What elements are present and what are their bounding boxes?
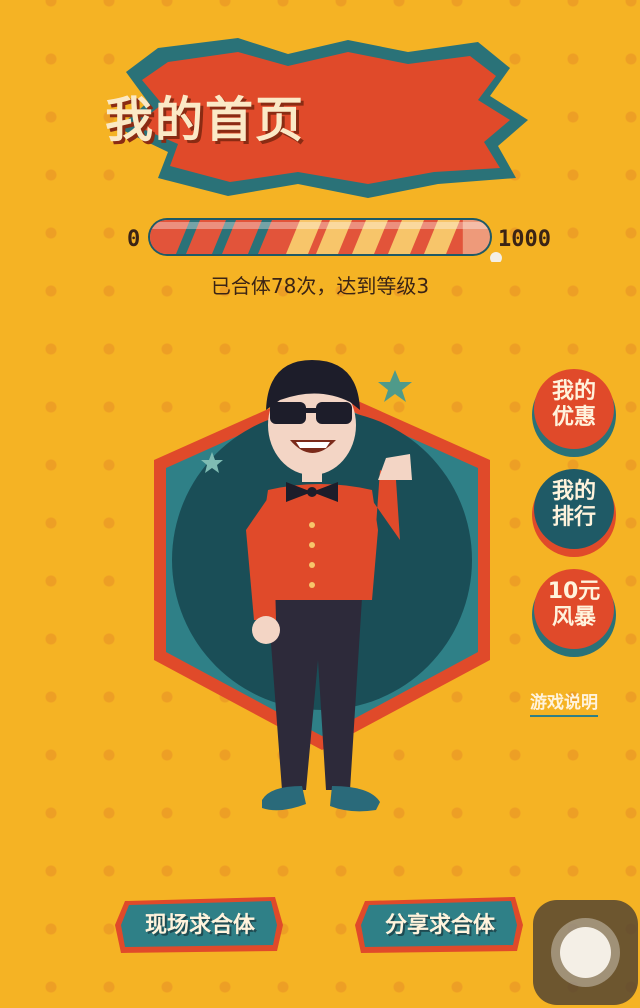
- ten-yuan-storm-label: 10元 风暴: [528, 579, 620, 631]
- game-rules-link[interactable]: 游戏说明: [530, 688, 598, 717]
- assistive-touch-core: [560, 927, 611, 978]
- my-ranking-button[interactable]: 我的 排行: [528, 465, 620, 557]
- my-ranking-line1: 我的: [551, 479, 596, 504]
- my-coupons-line2: 优惠: [551, 405, 596, 430]
- assistive-touch-icon[interactable]: [533, 900, 638, 1005]
- my-coupons-line1: 我的: [551, 379, 596, 404]
- ten-yuan-storm-button[interactable]: 10元 风暴: [528, 565, 620, 657]
- character-illustration: [154, 360, 490, 812]
- onsite-merge-label: 现场求合体: [144, 913, 255, 938]
- ten-yuan-storm-line1: 10元: [547, 579, 601, 604]
- my-coupons-label: 我的 优惠: [528, 379, 620, 431]
- ten-yuan-storm-line2: 风暴: [551, 605, 596, 630]
- share-merge-label: 分享求合体: [384, 913, 495, 938]
- my-ranking-label: 我的 排行: [528, 479, 620, 531]
- progress-caption: 已合体78次，达到等级3: [210, 274, 430, 298]
- my-coupons-button[interactable]: 我的 优惠: [528, 365, 620, 457]
- star-icon: [378, 370, 412, 402]
- progress-max-label: 1000: [498, 227, 551, 252]
- progress-bar: [148, 218, 502, 262]
- page-title: 我的首页: [104, 92, 305, 148]
- my-ranking-line2: 排行: [551, 505, 596, 530]
- share-merge-button[interactable]: 分享求合体: [355, 895, 525, 955]
- onsite-merge-button[interactable]: 现场求合体: [115, 895, 285, 955]
